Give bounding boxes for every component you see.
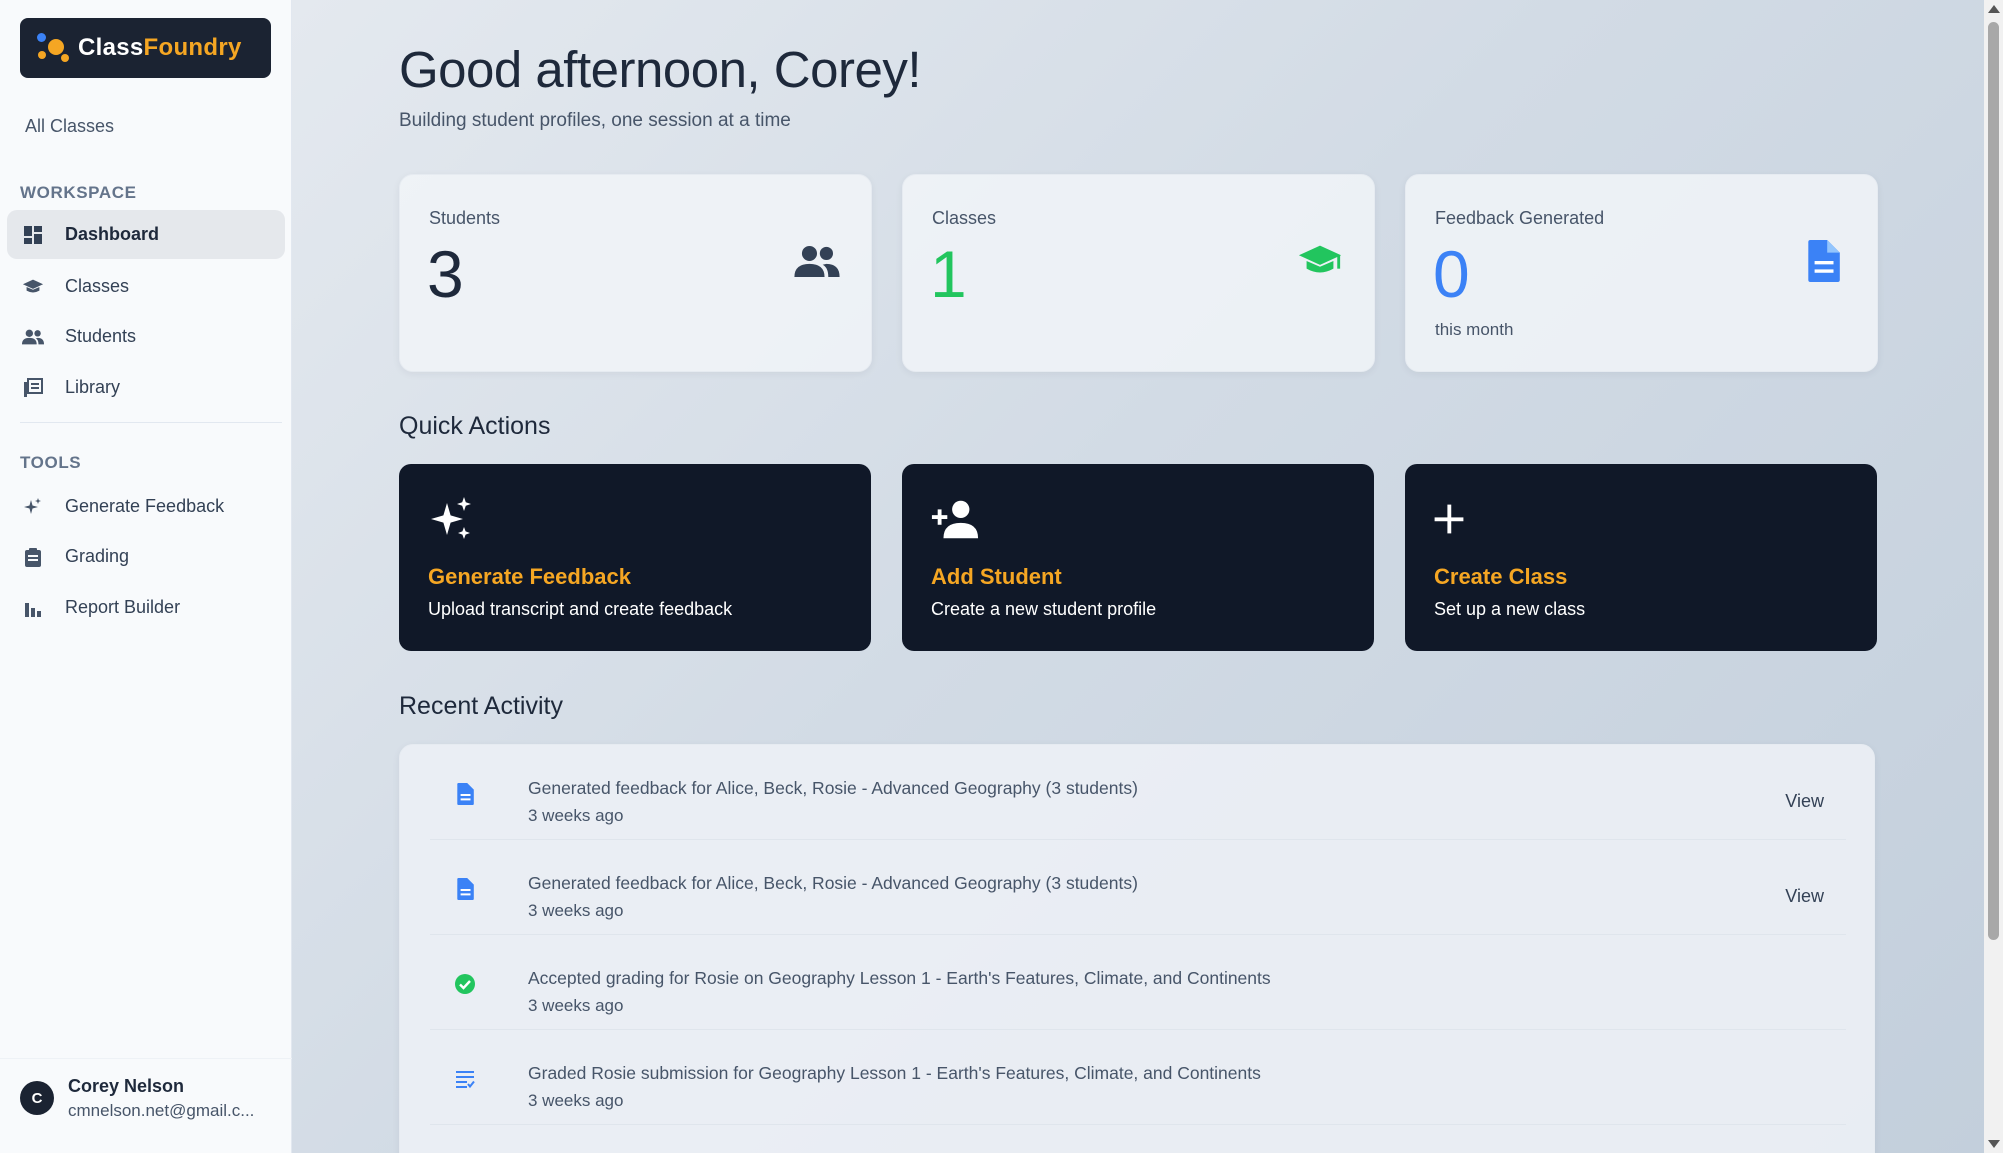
stat-value: 1	[930, 237, 967, 311]
stat-label: Feedback Generated	[1435, 208, 1605, 228]
logo-wordmark: ClassFoundry	[78, 34, 242, 61]
stat-label: Students	[429, 208, 501, 228]
activity-time: 3 weeks ago	[528, 806, 624, 825]
avatar: C	[20, 1081, 54, 1115]
activity-text: Generated feedback for Alice, Beck, Rosi…	[528, 873, 1138, 893]
sparkle-icon	[21, 495, 45, 519]
vertical-scrollbar[interactable]	[1984, 0, 2003, 1153]
list-item[interactable]: Accepted grading for Rosie on Geography …	[430, 935, 1846, 1030]
sidebar-item-grading[interactable]: Grading	[7, 532, 285, 581]
bar-chart-icon	[21, 596, 45, 620]
activity-time: 3 weeks ago	[528, 901, 624, 920]
scroll-up-arrow-icon[interactable]	[1988, 5, 2000, 13]
stat-sublabel: this month	[1435, 320, 1514, 339]
main-content: Good afternoon, Corey! Building student …	[292, 0, 1984, 1153]
sidebar-item-label: Students	[65, 326, 137, 346]
sidebar-item-generate-feedback[interactable]: Generate Feedback	[7, 482, 285, 531]
classfoundry-logo[interactable]: ClassFoundry	[20, 18, 271, 78]
list-icon	[452, 1066, 478, 1092]
document-icon	[452, 781, 478, 807]
sidebar-item-label: Classes	[65, 276, 130, 296]
sidebar-item-label: Library	[65, 377, 121, 397]
user-email: cmnelson.net@gmail.c...	[68, 1100, 255, 1120]
sidebar-item-dashboard[interactable]: Dashboard	[7, 210, 285, 259]
stat-value: 0	[1433, 237, 1470, 311]
clipboard-icon	[21, 545, 45, 569]
list-item[interactable]: Generated feedback for Alice, Beck, Rosi…	[430, 745, 1846, 840]
page-title: Good afternoon, Corey!	[399, 41, 922, 98]
sidebar: ClassFoundry All Classes WORKSPACE Dashb…	[0, 0, 292, 1153]
plus-icon	[1433, 494, 1483, 544]
logo-icon	[34, 29, 72, 67]
action-title: Generate Feedback	[428, 564, 631, 589]
people-icon	[793, 237, 841, 285]
activity-time: 3 weeks ago	[528, 1091, 624, 1110]
activity-text: Generated feedback for Alice, Beck, Rosi…	[528, 778, 1138, 798]
stat-card-students: Students 3	[399, 174, 872, 372]
user-profile[interactable]: C Corey Nelson cmnelson.net@gmail.c...	[20, 1058, 282, 1138]
people-icon	[21, 325, 45, 349]
library-icon	[21, 376, 45, 400]
action-description: Set up a new class	[1434, 599, 1586, 619]
activity-text: Accepted grading for Rosie on Geography …	[528, 968, 1271, 988]
workspace-section-title: WORKSPACE	[20, 183, 137, 202]
page-subtitle: Building student profiles, one session a…	[399, 110, 791, 131]
action-description: Create a new student profile	[931, 599, 1157, 619]
user-name: Corey Nelson	[68, 1075, 185, 1096]
action-title: Add Student	[931, 564, 1062, 589]
graduation-cap-icon	[1296, 237, 1344, 285]
stat-card-classes: Classes 1	[902, 174, 1375, 372]
generate-feedback-action[interactable]: Generate Feedback Upload transcript and …	[399, 464, 871, 651]
tools-section-title: TOOLS	[20, 453, 82, 472]
graduation-cap-icon	[21, 275, 45, 299]
recent-activity-list: Generated feedback for Alice, Beck, Rosi…	[399, 744, 1875, 1153]
view-link[interactable]: View	[1785, 791, 1824, 812]
list-item[interactable]: Graded Rosie submission for Geography Le…	[430, 1030, 1846, 1125]
stat-label: Classes	[932, 208, 997, 228]
sidebar-item-label: Generate Feedback	[65, 496, 225, 516]
sidebar-item-report-builder[interactable]: Report Builder	[7, 583, 285, 632]
all-classes-link[interactable]: All Classes	[25, 116, 114, 137]
scrollbar-thumb[interactable]	[1988, 22, 1999, 940]
sidebar-divider	[20, 422, 282, 423]
sidebar-item-classes[interactable]: Classes	[7, 262, 285, 311]
activity-text: Graded Rosie submission for Geography Le…	[528, 1063, 1261, 1083]
sparkle-icon	[427, 494, 477, 544]
activity-time: 3 weeks ago	[528, 996, 624, 1015]
sidebar-item-students[interactable]: Students	[7, 312, 285, 361]
quick-actions-heading: Quick Actions	[399, 412, 551, 440]
create-class-action[interactable]: Create Class Set up a new class	[1405, 464, 1877, 651]
add-student-action[interactable]: Add Student Create a new student profile	[902, 464, 1374, 651]
view-link[interactable]: View	[1785, 886, 1824, 907]
document-icon	[1799, 237, 1847, 285]
add-person-icon	[930, 494, 980, 544]
recent-activity-heading: Recent Activity	[399, 692, 563, 720]
stat-value: 3	[427, 237, 464, 311]
check-circle-icon	[452, 971, 478, 997]
scroll-down-arrow-icon[interactable]	[1988, 1140, 2000, 1148]
document-icon	[452, 876, 478, 902]
stat-card-feedback: Feedback Generated 0 this month	[1405, 174, 1878, 372]
sidebar-item-label: Dashboard	[65, 224, 160, 244]
sidebar-item-library[interactable]: Library	[7, 363, 285, 412]
dashboard-icon	[21, 223, 45, 247]
sidebar-item-label: Grading	[65, 546, 130, 566]
sidebar-item-label: Report Builder	[65, 597, 181, 617]
action-description: Upload transcript and create feedback	[428, 599, 733, 619]
list-item[interactable]: Generated feedback for Alice, Beck, Rosi…	[430, 840, 1846, 935]
action-title: Create Class	[1434, 564, 1568, 589]
